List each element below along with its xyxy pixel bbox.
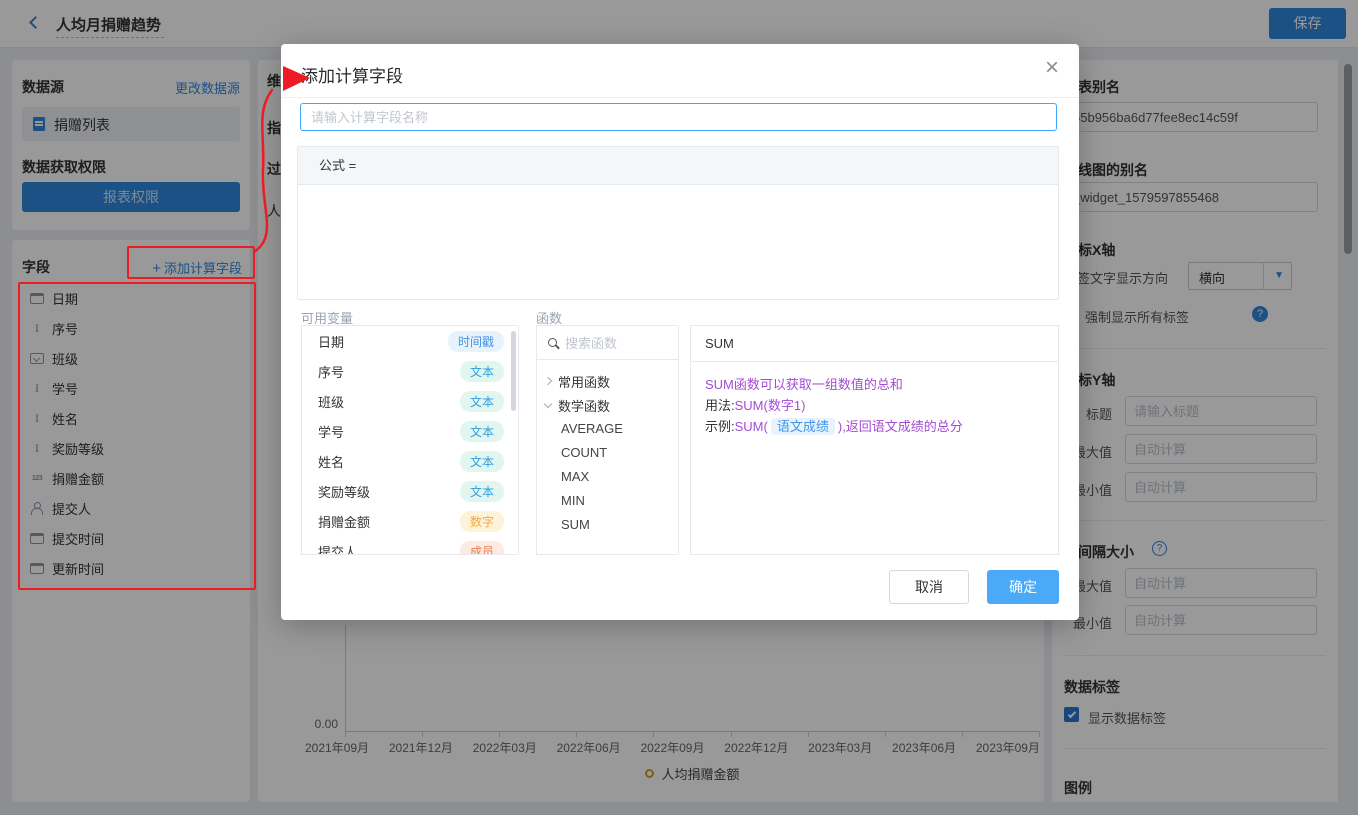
function-item[interactable]: AVERAGE [537,417,678,441]
variable-item[interactable]: 姓名 文本 [302,446,518,476]
function-group-label: 数学函数 [558,396,610,415]
variable-item[interactable]: 提交人 成员 [302,536,518,555]
function-item[interactable]: MAX [537,465,678,489]
variable-type-badge: 时间戳 [448,331,504,352]
modal-title: 添加计算字段 [301,62,403,87]
variable-type-badge: 文本 [460,361,504,382]
chevron-right-icon [544,377,552,385]
function-item[interactable]: MIN [537,489,678,513]
variable-type-badge: 数字 [460,511,504,532]
confirm-button[interactable]: 确定 [987,570,1059,604]
variable-item[interactable]: 序号 文本 [302,356,518,386]
variable-item[interactable]: 学号 文本 [302,416,518,446]
function-description: SUM函数可以获取一组数值的总和 [705,374,1044,395]
example-field-badge: 语文成绩 [771,418,835,435]
app-root: 人均月捐赠趋势 保存 数据源 更改数据源 捐赠列表 数据获取权限 报表权限 字段… [0,0,1358,815]
add-calc-field-modal: 添加计算字段 × 公式 = 可用变量 日期时间戳序号文本班级文本学号文本姓名文本… [281,44,1079,620]
variable-type-badge: 文本 [460,421,504,442]
variable-name: 日期 [318,332,344,351]
function-detail-body: SUM函数可以获取一组数值的总和 用法:SUM(数字1) 示例:SUM(语文成绩… [691,362,1058,449]
variable-item[interactable]: 奖励等级 文本 [302,476,518,506]
functions-list: 搜索函数 常用函数 数学函数 AVERAGECOUNTMAXMINSUM [536,325,679,555]
close-icon[interactable]: × [1045,56,1059,80]
calc-field-name-input[interactable] [300,103,1057,131]
chevron-down-icon [544,399,552,407]
formula-input-area[interactable] [298,185,1058,299]
formula-label: 公式 = [298,147,1058,185]
variable-type-badge: 成员 [460,541,504,556]
variable-name: 姓名 [318,452,344,471]
function-search-input[interactable]: 搜索函数 [537,326,678,360]
variable-name: 学号 [318,422,344,441]
function-search-placeholder: 搜索函数 [565,333,617,352]
variable-type-badge: 文本 [460,391,504,412]
variable-item[interactable]: 捐赠金额 数字 [302,506,518,536]
function-group-math[interactable]: 数学函数 [537,393,678,417]
function-item[interactable]: COUNT [537,441,678,465]
function-detail-name: SUM [691,326,1058,362]
variables-list: 日期时间戳序号文本班级文本学号文本姓名文本奖励等级文本捐赠金额数字提交人成员 [301,325,519,555]
function-example: 示例:SUM(语文成绩),返回语文成绩的总分 [705,416,1044,437]
variable-type-badge: 文本 [460,451,504,472]
function-tree: 常用函数 数学函数 AVERAGECOUNTMAXMINSUM [537,360,678,537]
function-detail-panel: SUM SUM函数可以获取一组数值的总和 用法:SUM(数字1) 示例:SUM(… [690,325,1059,555]
variable-item[interactable]: 班级 文本 [302,386,518,416]
variable-type-badge: 文本 [460,481,504,502]
variable-name: 提交人 [318,542,357,556]
variable-name: 奖励等级 [318,482,370,501]
variable-item[interactable]: 日期 时间戳 [302,326,518,356]
function-usage: 用法:SUM(数字1) [705,395,1044,416]
variable-name: 班级 [318,392,344,411]
function-group-common[interactable]: 常用函数 [537,369,678,393]
function-group-label: 常用函数 [558,372,610,391]
formula-editor: 公式 = [297,146,1059,300]
function-item[interactable]: SUM [537,513,678,537]
variable-name: 捐赠金额 [318,512,370,531]
variable-name: 序号 [318,362,344,381]
cancel-button[interactable]: 取消 [889,570,969,604]
search-icon [548,338,557,347]
variables-scrollbar[interactable] [511,331,516,411]
